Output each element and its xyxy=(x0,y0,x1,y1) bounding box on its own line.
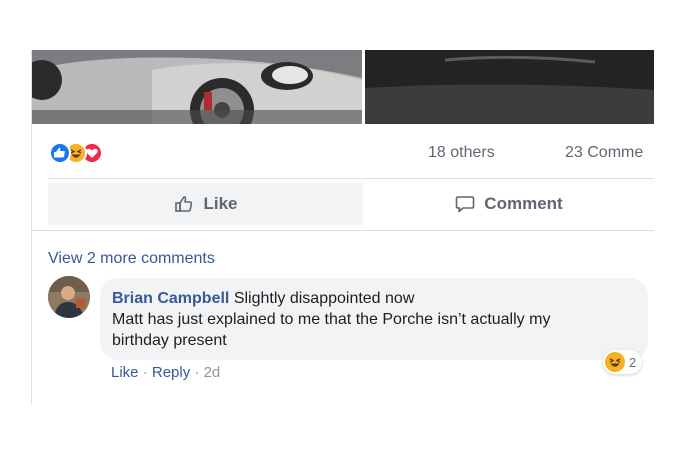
comment-button[interactable]: Comment xyxy=(363,183,654,225)
comment-text: Slightly disappointed now xyxy=(233,290,415,307)
avatar[interactable] xyxy=(48,276,90,318)
comment-author-link[interactable]: Brian Campbell xyxy=(112,290,229,307)
post-photo-car-detail[interactable] xyxy=(365,50,654,124)
like-button-label: Like xyxy=(203,194,238,213)
comments-count-link[interactable]: 23 Comme xyxy=(565,144,643,162)
comment-bubble: Brian Campbell Slightly disappointed now… xyxy=(100,278,648,360)
divider xyxy=(32,230,654,231)
car-detail-graphic xyxy=(365,50,654,124)
post-card: 18 others 23 Comme Like Comment View 2 m… xyxy=(31,50,654,404)
comment-reply-link[interactable]: Reply xyxy=(152,364,190,381)
haha-icon xyxy=(605,352,625,372)
reaction-icons[interactable] xyxy=(49,140,125,166)
comment-icon xyxy=(455,196,475,213)
comment-line-1: Brian Campbell Slightly disappointed now xyxy=(112,288,636,309)
comment-line-2: Matt has just explained to me that the P… xyxy=(112,311,551,328)
comment-timestamp[interactable]: 2d xyxy=(204,364,221,381)
reaction-others-link[interactable]: 18 others xyxy=(428,144,495,162)
meta-separator: · xyxy=(142,364,148,381)
comment-meta: Like · Reply · 2d xyxy=(111,364,220,381)
thumbs-up-icon xyxy=(175,196,193,212)
post-photo-car[interactable] xyxy=(32,50,362,124)
like-button[interactable]: Like xyxy=(48,183,363,225)
view-more-comments-link[interactable]: View 2 more comments xyxy=(48,250,215,268)
like-icon xyxy=(49,142,71,164)
comment-line-3: birthday present xyxy=(112,332,227,349)
comment-like-link[interactable]: Like xyxy=(111,364,139,381)
avatar-image xyxy=(48,276,90,318)
meta-separator: · xyxy=(194,364,200,381)
comment-reaction-badge[interactable]: 2 xyxy=(603,350,643,374)
reactions-summary: 18 others 23 Comme xyxy=(32,134,654,174)
car-photo-graphic xyxy=(32,50,362,124)
divider xyxy=(48,178,654,179)
comment-button-label: Comment xyxy=(484,194,563,213)
comment-reaction-count: 2 xyxy=(629,354,637,370)
